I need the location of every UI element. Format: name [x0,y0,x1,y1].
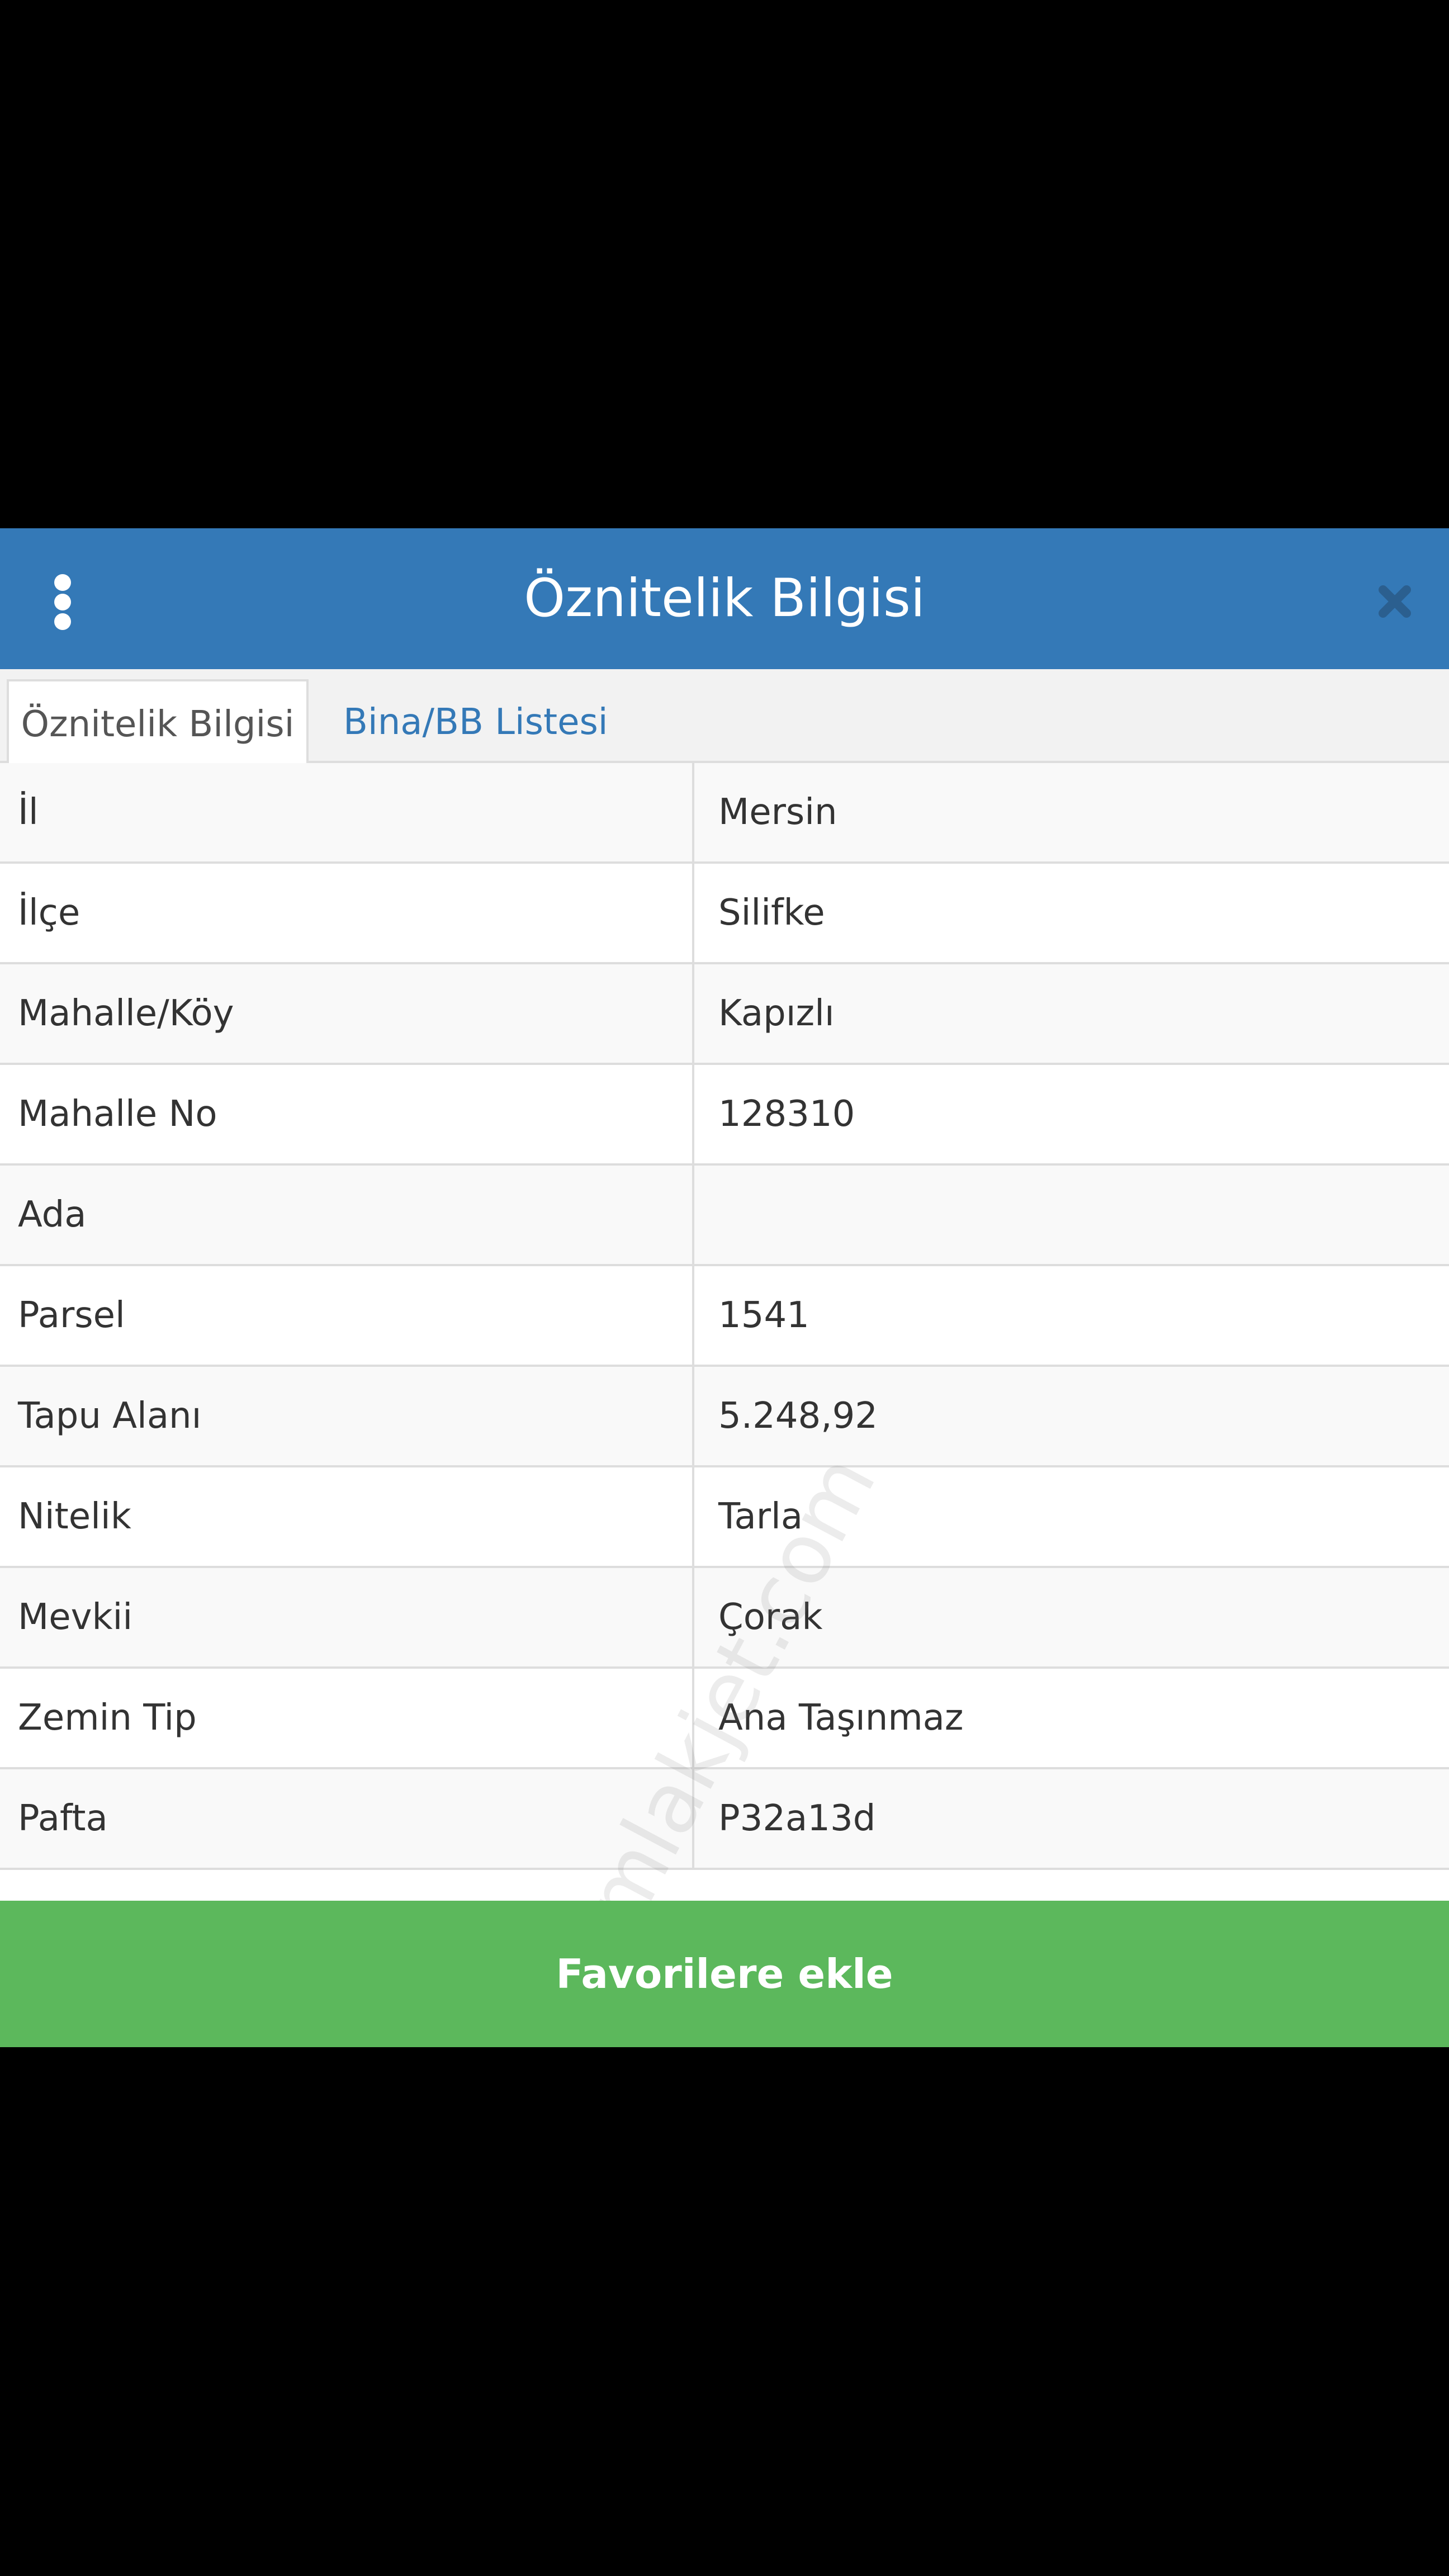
close-icon[interactable] [1370,576,1420,627]
table-row: Zemin Tip Ana Taşınmaz [0,1669,1449,1769]
attribute-value: P32a13d [718,1798,876,1839]
attribute-value: 5.248,92 [718,1395,878,1437]
attribute-key: Zemin Tip [18,1697,197,1739]
attribute-value: Silifke [718,892,825,934]
attribute-table: İl Mersin İlçe Silifke Mahalle/Köy Kapız… [0,763,1449,1870]
attribute-key: İlçe [18,892,80,934]
attribute-value: Kapızlı [718,993,835,1034]
table-row: İl Mersin [0,763,1449,864]
tab-attribute-info[interactable]: Öznitelik Bilgisi [7,679,309,765]
attribute-value: Tarla [718,1496,803,1537]
attribute-key: İl [18,792,39,833]
attribute-value: 128310 [718,1093,855,1135]
attribute-value [718,1166,1434,1264]
attribute-key: Mahalle/Köy [18,993,234,1034]
attribute-key: Tapu Alanı [18,1395,202,1437]
tab-building-list[interactable]: Bina/BB Listesi [343,679,679,765]
attribute-key: Pafta [18,1798,108,1839]
tab-bar: Öznitelik Bilgisi Bina/BB Listesi [0,669,1449,765]
table-row: Mevkii Çorak [0,1568,1449,1669]
table-row: İlçe Silifke [0,864,1449,964]
table-row: Mahalle No 128310 [0,1065,1449,1166]
attribute-value: Çorak [718,1597,823,1638]
attribute-value: Ana Taşınmaz [718,1697,964,1739]
table-row: Nitelik Tarla [0,1467,1449,1568]
table-row: Mahalle/Köy Kapızlı [0,964,1449,1065]
table-row: Pafta P32a13d [0,1769,1449,1870]
attribute-key: Mevkii [18,1597,133,1638]
attribute-key: Nitelik [18,1496,131,1537]
attribute-value: Mersin [718,792,837,833]
vertical-ellipsis-icon[interactable] [46,574,79,630]
attribute-dialog: Öznitelik Bilgisi Öznitelik Bilgisi Bina… [0,528,1449,2047]
attribute-value: 1541 [718,1295,809,1336]
dialog-header: Öznitelik Bilgisi [0,528,1449,669]
table-row: Ada [0,1166,1449,1266]
attribute-key: Ada [18,1194,87,1235]
add-to-favorites-button[interactable]: Favorilere ekle [0,1901,1449,2047]
screen: Öznitelik Bilgisi Öznitelik Bilgisi Bina… [0,0,1449,2576]
table-row: Tapu Alanı 5.248,92 [0,1367,1449,1467]
dialog-title: Öznitelik Bilgisi [524,568,925,629]
attribute-key: Parsel [18,1295,125,1336]
attribute-key: Mahalle No [18,1093,217,1135]
table-row: Parsel 1541 [0,1266,1449,1367]
